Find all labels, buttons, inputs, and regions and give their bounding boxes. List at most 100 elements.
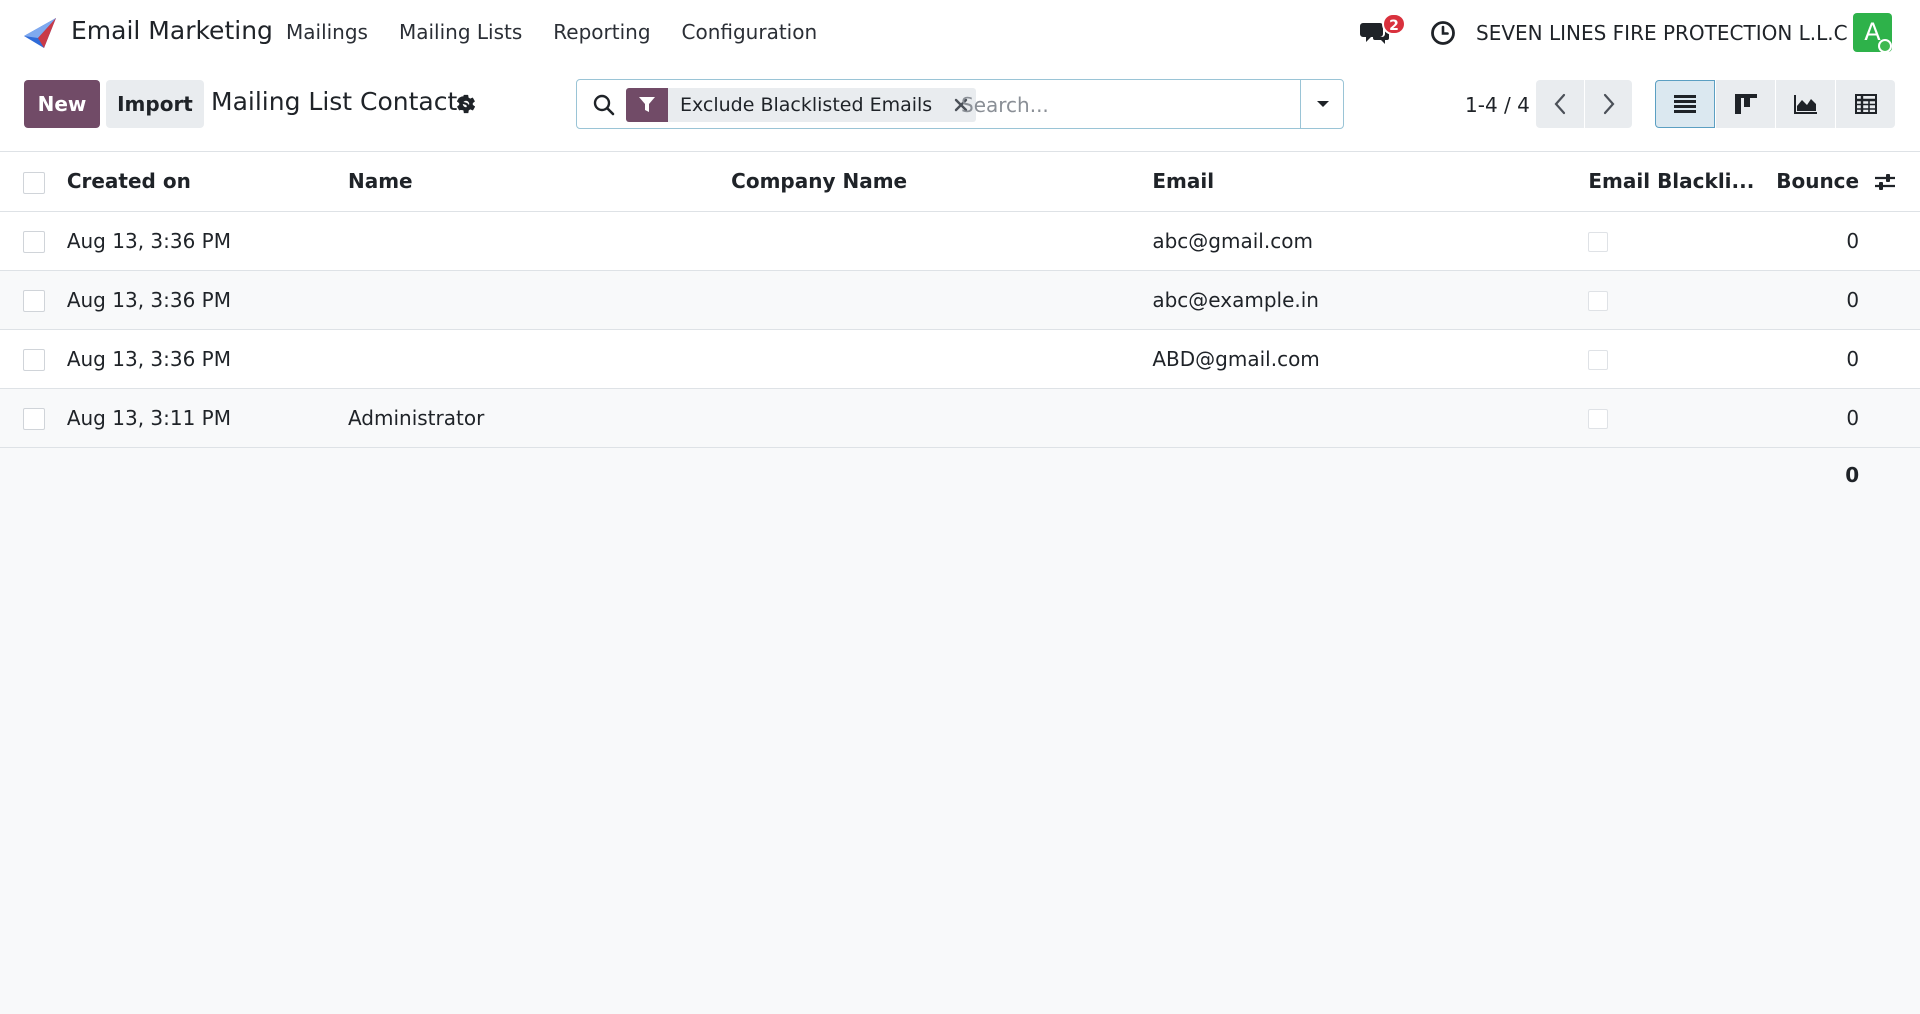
- blacklisted-checkbox: [1588, 232, 1609, 252]
- cell-email[interactable]: abc@gmail.com: [1152, 211, 1588, 270]
- cell-empty: [1873, 388, 1920, 447]
- pager-next-button[interactable]: [1584, 80, 1632, 128]
- gear-icon[interactable]: [455, 93, 477, 115]
- cell-email[interactable]: ABD@gmail.com: [1152, 329, 1588, 388]
- menu-configuration[interactable]: Configuration: [682, 20, 818, 44]
- table-row[interactable]: Aug 13, 3:11 PM Administrator 0: [0, 388, 1920, 447]
- clock-icon[interactable]: [1430, 20, 1456, 46]
- kanban-icon: [1734, 94, 1757, 114]
- menu-mailing-lists[interactable]: Mailing Lists: [399, 20, 522, 44]
- table-row[interactable]: Aug 13, 3:36 PM abc@gmail.com 0: [0, 211, 1920, 270]
- pager-value[interactable]: 1-4 / 4: [1465, 93, 1530, 117]
- cell-bounce[interactable]: 0: [1776, 211, 1873, 270]
- graph-view-button[interactable]: [1775, 80, 1835, 128]
- page-title: Mailing List Contacts: [211, 87, 471, 116]
- footer-cell: [1588, 447, 1776, 503]
- footer-cell: [731, 447, 1152, 503]
- sliders-icon[interactable]: [1873, 170, 1897, 194]
- cell-created-on[interactable]: Aug 13, 3:36 PM: [67, 270, 348, 329]
- cell-company-name[interactable]: [731, 388, 1152, 447]
- blacklisted-checkbox: [1588, 350, 1609, 370]
- top-navbar: Email Marketing Mailings Mailing Lists R…: [0, 0, 1920, 64]
- chat-badge: 2: [1382, 13, 1406, 35]
- row-checkbox[interactable]: [23, 407, 45, 430]
- cell-name[interactable]: [348, 211, 731, 270]
- row-select-cell: [0, 270, 67, 329]
- chevron-right-icon: [1603, 93, 1614, 115]
- facet-label: Exclude Blacklisted Emails: [680, 94, 933, 116]
- row-select-cell: [0, 329, 67, 388]
- new-button[interactable]: New: [24, 80, 100, 128]
- cell-created-on[interactable]: Aug 13, 3:36 PM: [67, 329, 348, 388]
- cell-email-blacklisted: [1588, 388, 1776, 447]
- cell-empty: [1873, 270, 1920, 329]
- menu-reporting[interactable]: Reporting: [553, 20, 650, 44]
- column-header-email[interactable]: Email: [1152, 152, 1588, 211]
- search-bar: Exclude Blacklisted Emails: [576, 79, 1344, 129]
- footer-cell: [67, 447, 348, 503]
- cell-name[interactable]: Administrator: [348, 388, 731, 447]
- cell-email[interactable]: [1152, 388, 1588, 447]
- import-button[interactable]: Import: [106, 80, 204, 128]
- table-header-row: Created on Name Company Name Email Email…: [0, 152, 1920, 211]
- cell-bounce[interactable]: 0: [1776, 270, 1873, 329]
- cell-empty: [1873, 211, 1920, 270]
- row-checkbox[interactable]: [23, 230, 45, 253]
- row-select-cell: [0, 388, 67, 447]
- column-header-name[interactable]: Name: [348, 152, 731, 211]
- cell-company-name[interactable]: [731, 270, 1152, 329]
- search-input[interactable]: [961, 88, 1291, 122]
- contacts-table: Created on Name Company Name Email Email…: [0, 152, 1920, 503]
- cell-created-on[interactable]: Aug 13, 3:11 PM: [67, 388, 348, 447]
- footer-cell: [348, 447, 731, 503]
- pager-previous-button[interactable]: [1536, 80, 1584, 128]
- caret-down-icon: [1316, 101, 1329, 107]
- cell-email[interactable]: abc@example.in: [1152, 270, 1588, 329]
- row-checkbox[interactable]: [23, 348, 45, 371]
- app-name[interactable]: Email Marketing: [71, 16, 273, 45]
- blacklisted-checkbox: [1588, 291, 1609, 311]
- cell-created-on[interactable]: Aug 13, 3:36 PM: [67, 211, 348, 270]
- pivot-view-button[interactable]: [1835, 80, 1895, 128]
- table-row[interactable]: Aug 13, 3:36 PM ABD@gmail.com 0: [0, 329, 1920, 388]
- chevron-left-icon: [1554, 93, 1566, 115]
- menu-mailings[interactable]: Mailings: [286, 20, 368, 44]
- cell-email-blacklisted: [1588, 329, 1776, 388]
- list-icon: [1674, 95, 1696, 113]
- column-header-created-on[interactable]: Created on: [67, 152, 348, 211]
- cell-bounce[interactable]: 0: [1776, 329, 1873, 388]
- table-row[interactable]: Aug 13, 3:36 PM abc@example.in 0: [0, 270, 1920, 329]
- table-grid-icon: [1854, 94, 1877, 114]
- cell-company-name[interactable]: [731, 211, 1152, 270]
- cell-company-name[interactable]: [731, 329, 1152, 388]
- cell-name[interactable]: [348, 270, 731, 329]
- control-panel: New Import Mailing List Contacts Exclude…: [0, 64, 1920, 152]
- email-marketing-logo-icon[interactable]: [22, 14, 58, 50]
- search-facet-filter: Exclude Blacklisted Emails: [626, 88, 977, 122]
- select-all-cell: [0, 152, 67, 211]
- footer-cell: [1873, 447, 1920, 503]
- cell-email-blacklisted: [1588, 270, 1776, 329]
- table-footer-row: 0: [0, 447, 1920, 503]
- blacklisted-checkbox: [1588, 409, 1609, 429]
- main-menu: Mailings Mailing Lists Reporting Configu…: [286, 20, 848, 44]
- kanban-view-button[interactable]: [1715, 80, 1775, 128]
- optional-columns-cell: [1873, 152, 1920, 211]
- column-header-bounce[interactable]: Bounce: [1776, 152, 1873, 211]
- search-options-toggle[interactable]: [1301, 80, 1344, 128]
- cell-empty: [1873, 329, 1920, 388]
- row-checkbox[interactable]: [23, 289, 45, 312]
- filter-icon: [626, 88, 668, 122]
- company-switcher[interactable]: SEVEN LINES FIRE PROTECTION L.L.C: [1476, 21, 1848, 45]
- column-header-email-blacklisted[interactable]: Email Blackli...: [1588, 152, 1776, 211]
- list-view-button[interactable]: [1655, 80, 1715, 128]
- column-header-company-name[interactable]: Company Name: [731, 152, 1152, 211]
- list-empty-area: [0, 508, 1920, 1014]
- user-status-indicator: [1878, 39, 1892, 53]
- search-icon[interactable]: [592, 93, 616, 117]
- cell-name[interactable]: [348, 329, 731, 388]
- select-all-checkbox[interactable]: [23, 171, 45, 194]
- cell-bounce[interactable]: 0: [1776, 388, 1873, 447]
- area-chart-icon: [1793, 95, 1817, 114]
- footer-cell: [1152, 447, 1588, 503]
